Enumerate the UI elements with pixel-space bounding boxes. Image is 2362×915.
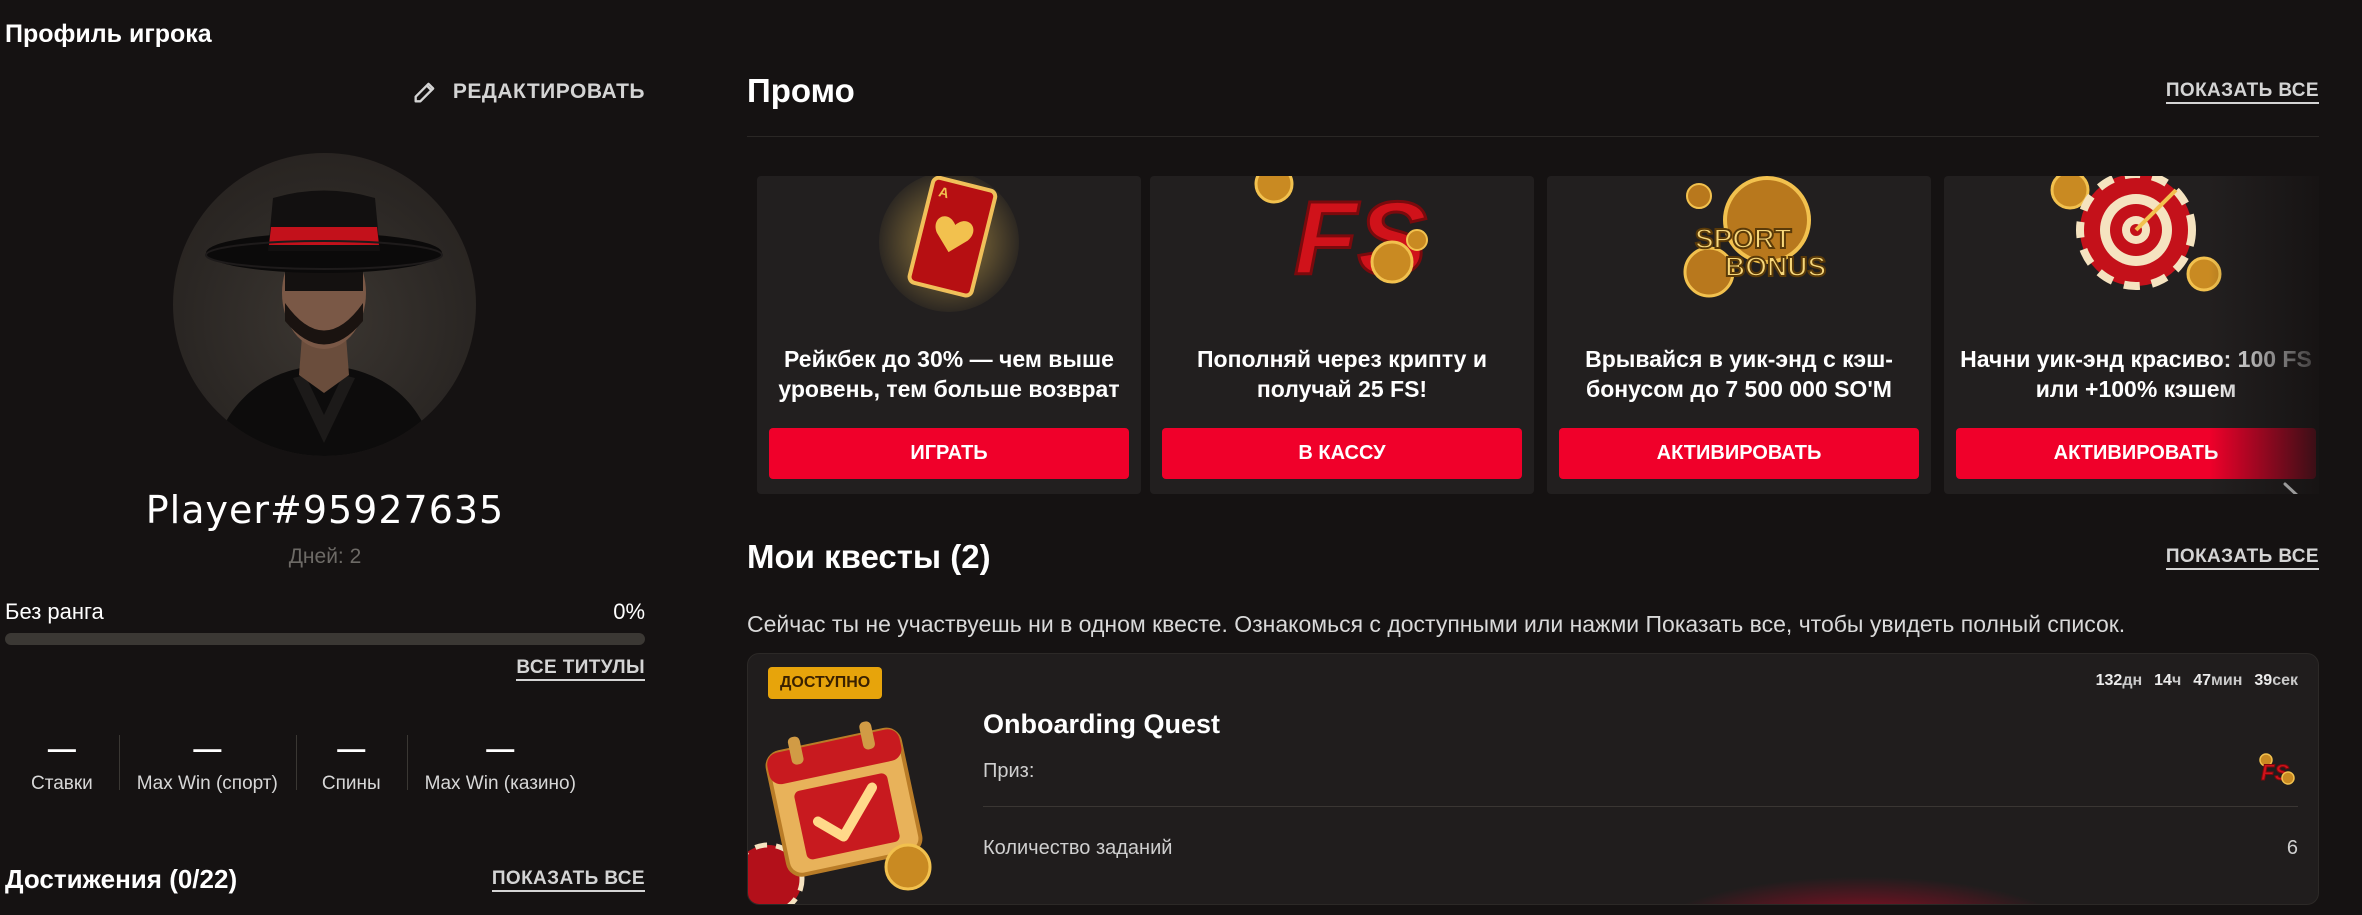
prize-label: Приз: <box>983 760 1035 782</box>
rank-label: Без ранга <box>5 599 104 624</box>
status-badge: ДОСТУПНО <box>768 667 883 699</box>
calendar-check-icon <box>748 721 932 904</box>
rank-progress-bar <box>5 633 645 645</box>
stat-label: Max Win (казино) <box>424 773 576 794</box>
svg-text:SPORT: SPORT <box>1695 223 1791 254</box>
timer-minutes: 47мин <box>2193 672 2243 689</box>
target-chip-icon <box>2050 176 2222 292</box>
stat-value: — <box>47 733 76 764</box>
stat-value: — <box>193 733 222 764</box>
profile-panel: Профиль игрока РЕДАКТИРОВАТЬ Player#9592 <box>0 0 650 915</box>
stat-label: Max Win (спорт) <box>136 773 278 794</box>
stat-max-win-casino: — Max Win (казино) <box>406 733 594 795</box>
playing-card-heart-icon: A <box>879 176 1019 312</box>
promo-card-text: Врывайся в уик-энд с кэш-бонусом до 7 50… <box>1585 346 1893 402</box>
card-glow <box>1648 876 2078 904</box>
avatar[interactable] <box>173 153 476 456</box>
promo-activate-button[interactable]: АКТИВИРОВАТЬ <box>1559 428 1919 479</box>
prize-fs-icon: FS <box>2259 753 2295 786</box>
stat-value: — <box>486 733 515 764</box>
timer-days: 132дн <box>2095 672 2143 689</box>
quests-show-all-link[interactable]: ПОКАЗАТЬ ВСЕ <box>2165 546 2319 570</box>
player-name: Player#95927635 <box>145 488 505 532</box>
tasks-count-value: 6 <box>2286 837 2298 859</box>
svg-text:BONUS: BONUS <box>1725 251 1826 282</box>
achievements-show-all-link[interactable]: ПОКАЗАТЬ ВСЕ <box>491 868 645 892</box>
rank-percent: 0% <box>613 599 645 624</box>
promo-show-all-link[interactable]: ПОКАЗАТЬ ВСЕ <box>2165 80 2319 104</box>
main-panel: Промо ПОКАЗАТЬ ВСЕ A Рейкбек до 30% — че… <box>747 0 2319 915</box>
sport-bonus-icon: SPORT BONUS <box>1683 176 1827 298</box>
stat-spins: — Спины <box>295 733 407 795</box>
quest-card[interactable]: ДОСТУПНО 132дн 14ч 47мин 39сек Onboardin… <box>747 653 2319 905</box>
promo-play-button[interactable]: ИГРАТЬ <box>769 428 1129 479</box>
all-titles-link[interactable]: ВСЕ ТИТУЛЫ <box>516 657 645 681</box>
avatar-image <box>205 190 443 456</box>
quests-empty-note: Сейчас ты не участвуешь ни в одном квест… <box>747 611 2126 637</box>
quest-divider <box>983 806 2298 807</box>
rank-row: Без ранга 0% <box>5 599 645 625</box>
stat-max-win-sport: — Max Win (спорт) <box>118 733 296 795</box>
promo-title: Промо <box>747 72 855 109</box>
promo-card-text: Начни уик-энд красиво: 100 FS или +100% … <box>1960 346 2312 402</box>
quest-timer: 132дн 14ч 47мин 39сек <box>2096 672 2298 690</box>
stat-value: — <box>337 733 366 764</box>
stat-label: Ставки <box>31 773 93 794</box>
tasks-count-label: Количество заданий <box>983 837 1173 859</box>
timer-hours: 14ч <box>2154 672 2182 689</box>
chevron-right-icon[interactable] <box>2277 478 2307 494</box>
quests-title: Мои квесты (2) <box>747 538 991 575</box>
stats-row: — Ставки — Max Win (спорт) — Спины — Max… <box>5 735 645 795</box>
page-title: Профиль игрока <box>5 20 212 48</box>
stat-label: Спины <box>321 773 381 794</box>
promo-card[interactable]: A Рейкбек до 30% — чем выше уровень, тем… <box>757 176 1141 494</box>
quest-title: Onboarding Quest <box>983 709 1221 739</box>
promo-card[interactable]: SPORT BONUS Врывайся в уик-энд с кэш-бон… <box>1547 176 1931 494</box>
promo-cashier-button[interactable]: В КАССУ <box>1162 428 1522 479</box>
promo-card-text: Пополняй через крипту и получай 25 FS! <box>1197 346 1487 402</box>
promo-divider <box>747 136 2319 137</box>
achievements-title: Достижения (0/22) <box>5 864 238 894</box>
edit-profile-label: РЕДАКТИРОВАТЬ <box>452 80 645 103</box>
promo-card[interactable]: FS Пополняй через крипту и получай 25 FS… <box>1150 176 1534 494</box>
promo-card-text: Рейкбек до 30% — чем выше уровень, тем б… <box>778 346 1120 402</box>
days-on-site: Дней: 2 <box>288 545 362 568</box>
edit-profile-button[interactable]: РЕДАКТИРОВАТЬ <box>411 78 645 106</box>
pencil-icon <box>414 82 435 103</box>
promo-carousel: A Рейкбек до 30% — чем выше уровень, тем… <box>757 176 2319 494</box>
promo-activate-button[interactable]: АКТИВИРОВАТЬ <box>1956 428 2316 479</box>
promo-card[interactable]: Начни уик-энд красиво: 100 FS или +100% … <box>1944 176 2319 494</box>
timer-seconds: 39сек <box>2254 672 2298 689</box>
fs-coins-icon: FS <box>1254 176 1428 299</box>
stat-bets: — Ставки <box>5 735 119 795</box>
